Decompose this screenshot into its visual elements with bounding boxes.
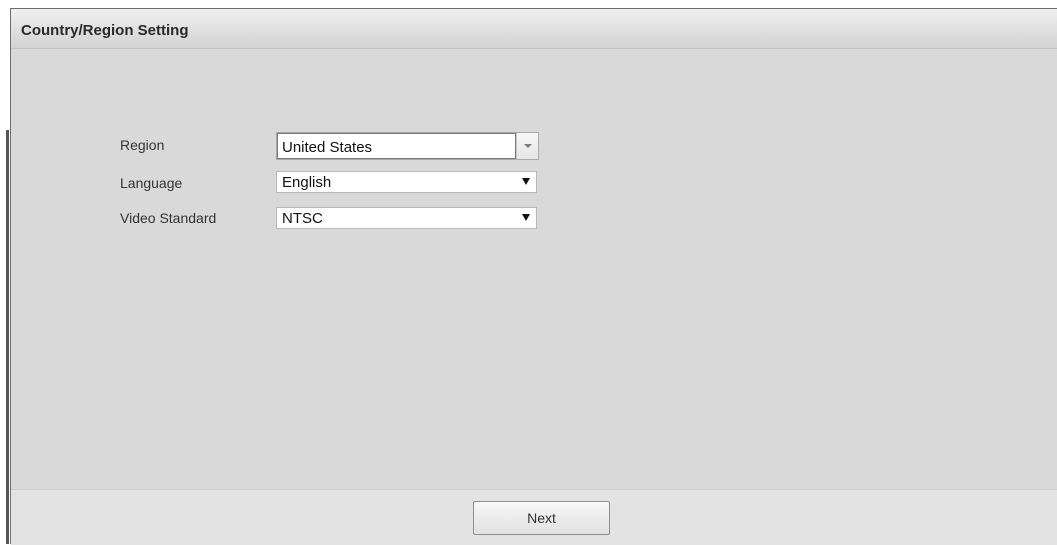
triangle-down-icon (522, 178, 530, 185)
window-frame-bar (6, 130, 9, 544)
language-label: Language (120, 175, 183, 191)
triangle-down-icon (522, 214, 530, 221)
region-select[interactable]: United States (276, 132, 539, 160)
settings-form: Region United States Language English Vi… (11, 9, 1057, 544)
next-button[interactable]: Next (473, 501, 610, 535)
video-standard-label: Video Standard (120, 210, 217, 226)
country-region-dialog: Country/Region Setting Region United Sta… (10, 8, 1057, 545)
region-label: Region (120, 137, 165, 153)
video-standard-select[interactable]: NTSC (276, 207, 537, 229)
language-value: English (282, 174, 332, 191)
video-standard-value: NTSC (282, 210, 323, 227)
region-value: United States (282, 139, 373, 156)
region-dropdown-button[interactable] (516, 133, 538, 159)
chevron-down-icon (524, 144, 532, 148)
region-select-field[interactable]: United States (277, 133, 516, 159)
dialog-footer: Next (11, 489, 1057, 545)
language-select[interactable]: English (276, 171, 537, 193)
